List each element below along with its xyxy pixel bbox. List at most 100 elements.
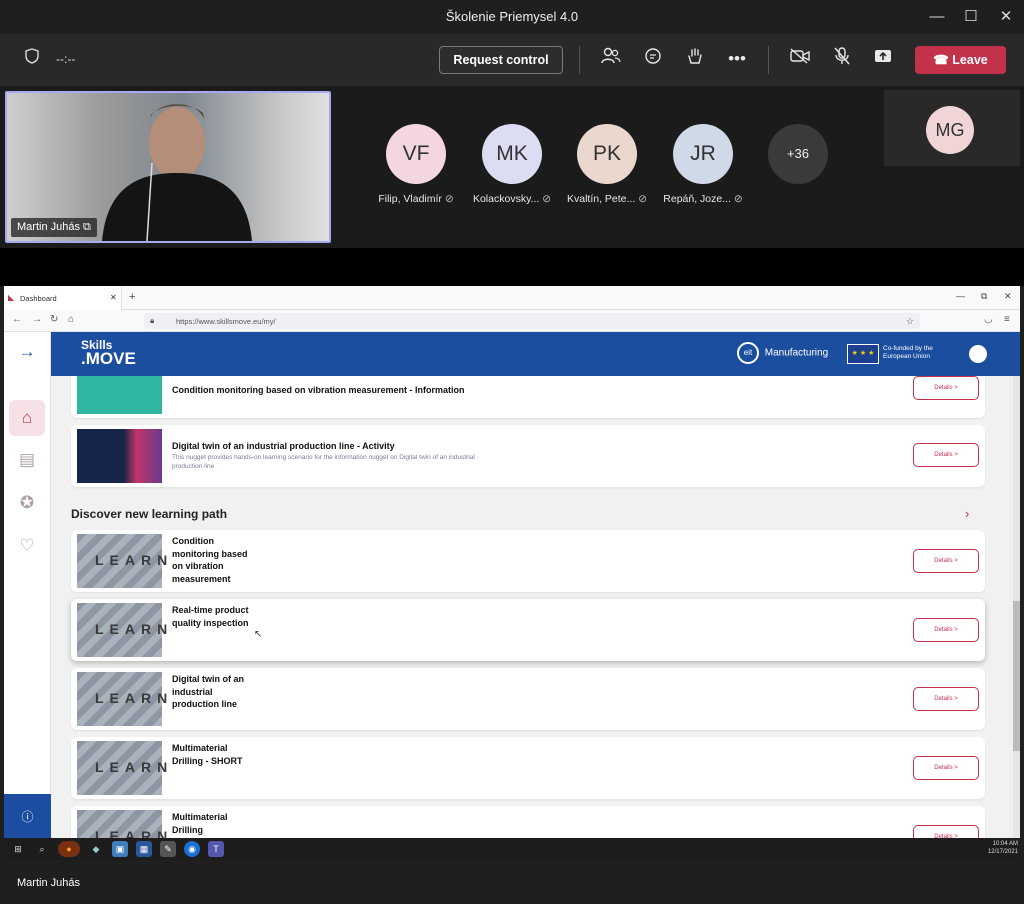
request-control-button[interactable]: Request control — [439, 46, 563, 74]
address-bar[interactable]: 🔒︎ https://www.skillsmove.eu/my/ ☆ — [144, 313, 920, 329]
user-avatar[interactable] — [969, 345, 987, 363]
app-icon[interactable]: ▦ — [136, 841, 152, 857]
new-tab-button[interactable]: + — [129, 291, 135, 303]
browser-tab-bar: ◣ Dashboard ✕ + — ⧉ ✕ — [4, 286, 1020, 310]
clock-time: 10:04 AM — [992, 841, 1018, 847]
url-text: https://www.skillsmove.eu/my/ — [176, 317, 276, 326]
participant-avatar[interactable]: PK — [577, 124, 637, 184]
close-button[interactable]: ✕ — [995, 6, 1017, 28]
card-title: Condition monitoring based on vibration … — [172, 536, 248, 584]
participant-name-text: Repáň, Joze... — [663, 193, 731, 205]
tab-label: Dashboard — [20, 294, 57, 303]
overflow-participants-button[interactable]: +36 — [768, 124, 828, 184]
browser-tab[interactable]: ◣ Dashboard ✕ — [4, 286, 122, 310]
window-title-bar: Školenie Priemysel 4.0 — ☐ ✕ — [0, 0, 1024, 34]
learning-path-card[interactable]: LEARN Real-time product quality inspecti… — [71, 599, 985, 661]
taskbar-clock[interactable]: 10:04 AM 12/17/2021 — [988, 840, 1018, 856]
scrollbar-thumb[interactable] — [1013, 601, 1020, 751]
browser-minimize-icon[interactable]: — — [956, 291, 965, 301]
maximize-button[interactable]: ☐ — [960, 6, 982, 28]
teams-icon[interactable]: T — [208, 841, 224, 857]
pocket-icon[interactable]: ◡ — [984, 314, 993, 325]
participant-avatar[interactable]: MK — [482, 124, 542, 184]
home-icon[interactable]: ⌂ — [68, 314, 74, 325]
eu-funding-text: Co-funded by the European Union — [883, 345, 933, 360]
card-title: Digital twin of an industrial production… — [172, 441, 395, 451]
window-title: Školenie Priemysel 4.0 — [445, 9, 579, 24]
menu-icon[interactable]: ≡ — [1004, 314, 1010, 325]
windows-start-icon[interactable]: ⊞ — [10, 841, 26, 857]
participant-name-text: Kvaltín, Pete... — [566, 193, 636, 205]
thumb-text: LEARN — [95, 552, 174, 568]
learning-path-card[interactable]: LEARN Multimaterial Drilling - SHORT Det… — [71, 737, 985, 799]
details-button[interactable]: Details > — [913, 687, 979, 711]
mouse-cursor-icon: ↖ — [254, 629, 263, 640]
details-button[interactable]: Details > — [913, 376, 979, 400]
back-icon[interactable]: ← — [12, 314, 22, 325]
presenter-name: Martin Juhás — [17, 221, 80, 233]
info-icon[interactable]: ⓘ — [4, 794, 51, 840]
chat-icon[interactable] — [641, 47, 665, 71]
presenter-video[interactable]: Martin Juhás ⧉ — [5, 91, 331, 243]
heart-icon[interactable]: ♡ — [9, 528, 45, 564]
people-icon[interactable] — [599, 47, 623, 71]
participant-name-text: Filip, Vladimír — [378, 193, 442, 205]
windows-taskbar: ⊞ ⌕ ● ◆ ▣ ▦ ✎ ◉ T 10:04 AM 12/17/2021 — [4, 838, 1020, 860]
bookmark-star-icon[interactable]: ☆ — [906, 316, 914, 327]
expand-sidebar-icon[interactable]: → — [9, 334, 45, 370]
participant-avatar[interactable]: VF — [386, 124, 446, 184]
nugget-card[interactable]: Digital twin of an industrial production… — [71, 425, 985, 487]
dashboard-content: Condition monitoring based on vibration … — [51, 376, 1020, 860]
app-icon[interactable]: ◉ — [184, 841, 200, 857]
app-icon[interactable]: ◆ — [88, 841, 104, 857]
card-description: This nugget provides hands-on learning s… — [172, 454, 475, 470]
clock-date: 12/17/2021 — [987, 849, 1018, 855]
chevron-right-icon[interactable]: › — [965, 506, 969, 521]
browser-close-icon[interactable]: ✕ — [1004, 291, 1012, 302]
details-button[interactable]: Details > — [913, 443, 979, 467]
leave-button[interactable]: ☎ Leave — [915, 46, 1006, 74]
reload-icon[interactable]: ↻ — [50, 314, 58, 325]
forward-icon[interactable]: → — [32, 314, 42, 325]
site-sidebar: → ⌂ ▤ ✪ ♡ ⓘ — [4, 332, 51, 860]
meeting-timer: --:-- — [56, 52, 76, 66]
participant-avatar[interactable]: JR — [673, 124, 733, 184]
spotlight-avatar: MG — [926, 106, 974, 154]
leave-label: Leave — [952, 53, 988, 67]
tab-close-icon[interactable]: ✕ — [110, 293, 117, 302]
details-button[interactable]: Details > — [913, 618, 979, 642]
details-button[interactable]: Details > — [913, 756, 979, 780]
nugget-card[interactable]: Condition monitoring based on vibration … — [71, 376, 985, 418]
app-icon[interactable]: ✎ — [160, 841, 176, 857]
mic-off-icon: ⊘ — [733, 193, 743, 205]
more-options-icon[interactable]: ••• — [725, 47, 749, 71]
details-button[interactable]: Details > — [913, 549, 979, 573]
home-icon[interactable]: ⌂ — [9, 400, 45, 436]
browser-restore-icon[interactable]: ⧉ — [981, 291, 987, 302]
thumb-text: LEARN — [95, 621, 174, 637]
camera-off-icon[interactable] — [788, 47, 812, 71]
page-scrollbar[interactable] — [1013, 376, 1020, 860]
screen-share-icon: ⧉ — [83, 221, 91, 233]
toolbar-divider — [579, 46, 580, 74]
learning-path-card[interactable]: LEARN Condition monitoring based on vibr… — [71, 530, 985, 592]
mic-off-icon[interactable] — [830, 47, 854, 71]
award-icon[interactable]: ✪ — [9, 485, 45, 521]
app-icon[interactable]: ▣ — [112, 841, 128, 857]
share-screen-icon[interactable] — [871, 47, 895, 71]
meeting-toolbar: --:-- Request control ••• ☎ Leave — [0, 34, 1024, 86]
learn-thumbnail: LEARN — [77, 741, 167, 795]
learning-path-card[interactable]: LEARN Digital twin of an industrial prod… — [71, 668, 985, 730]
skills-move-logo[interactable]: Skills .MOVE — [81, 338, 136, 367]
firefox-icon[interactable]: ● — [58, 841, 80, 857]
minimize-button[interactable]: — — [926, 6, 948, 28]
book-icon[interactable]: ▤ — [9, 442, 45, 478]
raise-hand-icon[interactable] — [683, 47, 707, 71]
browser-nav-bar: ← → ↻ ⌂ 🔒︎ https://www.skillsmove.eu/my/… — [4, 310, 1020, 332]
card-thumbnail — [77, 376, 162, 414]
participant-name: Repáň, Joze... ⊘ — [643, 193, 763, 205]
presenter-label: Martin Juhás — [17, 877, 80, 889]
avatar-initials: PK — [592, 142, 621, 165]
search-icon[interactable]: ⌕ — [34, 841, 50, 857]
spotlight-tile[interactable]: MG — [884, 90, 1020, 166]
